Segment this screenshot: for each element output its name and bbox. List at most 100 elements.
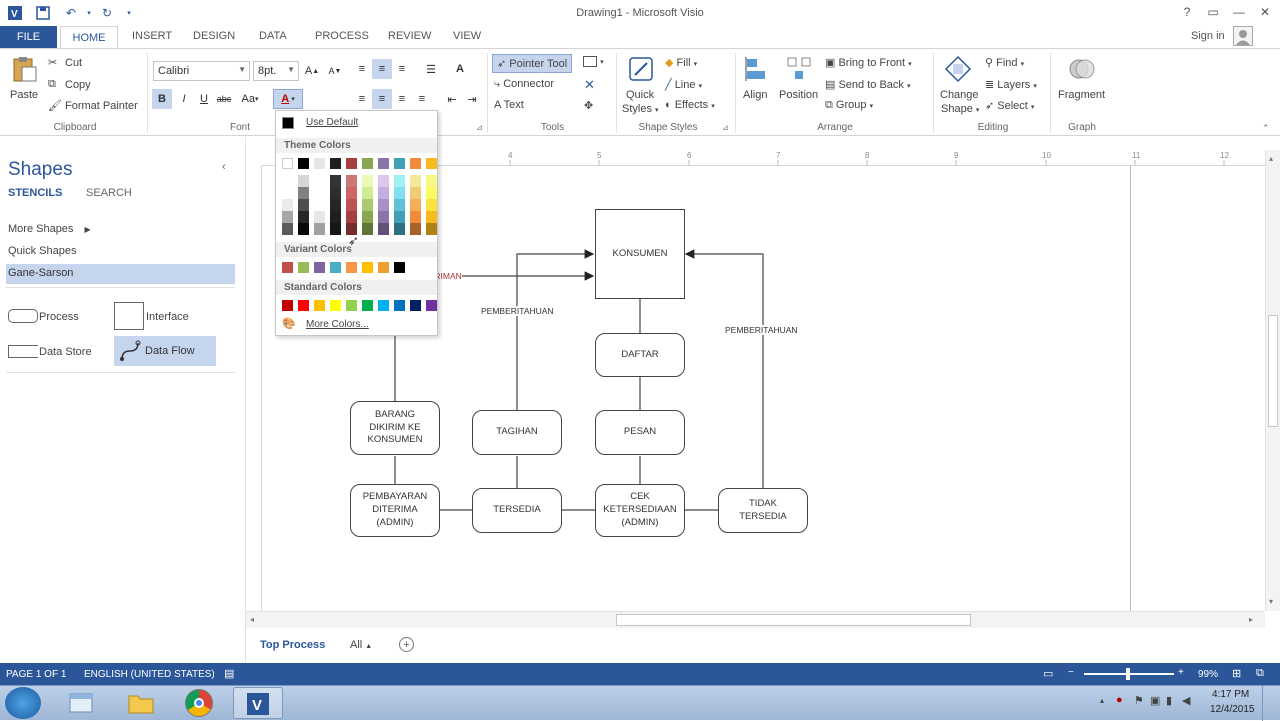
shape-pesan[interactable]: PESAN (595, 410, 685, 455)
tab-stencils[interactable]: STENCILS (8, 187, 62, 199)
change-case-button[interactable]: Aa ▾ (236, 89, 264, 109)
close-x-icon[interactable]: ✕ (584, 77, 595, 93)
sign-in-link[interactable]: Sign in (1191, 30, 1225, 42)
theme-shade-swatch[interactable] (346, 187, 357, 199)
paste-button[interactable]: Paste (10, 89, 38, 101)
theme-shade-swatch[interactable] (362, 223, 373, 235)
data-store-shape-icon[interactable] (8, 345, 38, 358)
italic-button[interactable]: I (174, 89, 194, 109)
scroll-right-icon[interactable]: ▸ (1249, 615, 1253, 624)
macro-icon[interactable]: ▤ (224, 667, 234, 680)
text-tool-button[interactable]: A Text (494, 99, 524, 111)
font-size-combo[interactable]: 8pt. ▼ (253, 61, 299, 81)
shape-tersedia[interactable]: TERSEDIA (472, 488, 562, 533)
interface-shape-icon[interactable] (114, 302, 144, 330)
align-button[interactable]: Align (743, 89, 767, 101)
font-name-combo[interactable]: Calibri ▼ (153, 61, 250, 81)
theme-shade-swatch[interactable] (426, 223, 437, 235)
align-left-icon[interactable]: ≡ (352, 89, 372, 109)
theme-shade-swatch[interactable] (394, 199, 405, 211)
standard-color-swatch[interactable] (298, 300, 309, 311)
zoom-level[interactable]: 99% (1198, 669, 1218, 680)
theme-shade-swatch[interactable] (426, 175, 437, 187)
theme-color-swatch[interactable] (346, 158, 357, 169)
layers-button[interactable]: ≣ Layers ▾ (985, 78, 1037, 91)
tab-insert[interactable]: INSERT (132, 30, 172, 42)
variant-color-swatch[interactable] (330, 262, 341, 273)
visio-taskbar-button[interactable]: V (233, 687, 283, 719)
clock-date[interactable]: 12/4/2015 (1210, 704, 1255, 715)
theme-shade-swatch[interactable] (362, 199, 373, 211)
connection-point-icon[interactable]: ✥ (584, 99, 593, 112)
theme-shade-swatch[interactable] (298, 175, 309, 187)
collapse-ribbon-icon[interactable]: ⌃ (1262, 123, 1270, 134)
explorer-window-icon[interactable] (66, 690, 96, 716)
status-language[interactable]: ENGLISH (UNITED STATES) (84, 669, 215, 680)
theme-shade-swatch[interactable] (314, 187, 325, 199)
vertical-scroll-thumb[interactable] (1268, 315, 1278, 427)
quick-shapes-item[interactable]: Quick Shapes (8, 245, 76, 257)
zoom-in-icon[interactable]: + (1178, 667, 1184, 678)
underline-button[interactable]: U (194, 89, 214, 109)
network-icon[interactable]: ▮ (1166, 694, 1172, 707)
theme-shade-swatch[interactable] (378, 175, 389, 187)
theme-shade-swatch[interactable] (362, 187, 373, 199)
theme-shade-swatch[interactable] (282, 211, 293, 223)
theme-shade-swatch[interactable] (346, 211, 357, 223)
theme-shade-swatch[interactable] (410, 199, 421, 211)
variant-color-swatch[interactable] (282, 262, 293, 273)
theme-shade-swatch[interactable] (394, 175, 405, 187)
position-icon[interactable] (785, 55, 813, 83)
paste-icon[interactable] (10, 55, 38, 83)
text-direction-icon[interactable]: A (450, 59, 470, 79)
shape-styles-launcher-icon[interactable]: ⊿ (722, 123, 729, 132)
stencil-interface[interactable]: Interface (146, 311, 189, 323)
vertical-scrollbar[interactable]: ▴ ▾ (1265, 150, 1280, 611)
theme-shade-swatch[interactable] (330, 187, 341, 199)
align-center-icon[interactable]: ≡ (372, 89, 392, 109)
decrease-indent-icon[interactable]: ⇤ (442, 89, 462, 109)
variant-color-swatch[interactable] (314, 262, 325, 273)
quick-styles-label[interactable]: Quick (626, 89, 654, 101)
theme-color-swatch[interactable] (394, 158, 405, 169)
tab-process[interactable]: PROCESS (315, 30, 369, 42)
standard-color-swatch[interactable] (394, 300, 405, 311)
theme-shade-swatch[interactable] (330, 175, 341, 187)
standard-color-swatch[interactable] (362, 300, 373, 311)
position-button[interactable]: Position (779, 89, 818, 101)
font-color-button[interactable]: A ▾ (273, 89, 303, 109)
group-button[interactable]: ⧉ Group ▾ (825, 99, 873, 112)
tab-design[interactable]: DESIGN (193, 30, 235, 42)
align-right-icon[interactable]: ≡ (392, 89, 412, 109)
theme-shade-swatch[interactable] (410, 175, 421, 187)
clock-time[interactable]: 4:17 PM (1212, 689, 1249, 700)
quick-styles-icon[interactable] (627, 55, 655, 83)
bring-to-front-button[interactable]: ▣ Bring to Front ▾ (825, 56, 912, 69)
standard-color-swatch[interactable] (346, 300, 357, 311)
theme-shade-swatch[interactable] (282, 187, 293, 199)
quick-styles-label-2[interactable]: Styles ▾ (622, 103, 659, 115)
standard-color-swatch[interactable] (282, 300, 293, 311)
theme-shade-swatch[interactable] (330, 199, 341, 211)
theme-shade-swatch[interactable] (330, 211, 341, 223)
stencil-data-flow-selected[interactable]: Data Flow (114, 336, 216, 366)
theme-shade-swatch[interactable] (298, 223, 309, 235)
minimize-button[interactable]: — (1226, 2, 1252, 22)
process-shape-icon[interactable] (8, 309, 38, 323)
presentation-mode-icon[interactable]: ▭ (1043, 667, 1053, 680)
theme-shade-swatch[interactable] (394, 211, 405, 223)
page-tab-all[interactable]: All ▲ (350, 639, 372, 651)
paragraph-launcher-icon[interactable]: ⊿ (476, 123, 483, 132)
shape-pembayaran-diterima[interactable]: PEMBAYARAN DITERIMA (ADMIN) (350, 484, 440, 537)
standard-color-swatch[interactable] (378, 300, 389, 311)
zoom-out-icon[interactable]: − (1068, 667, 1074, 678)
pointer-tool-button[interactable]: ➶ Pointer Tool (492, 54, 573, 73)
shrink-font-button[interactable]: A ▼ (325, 61, 345, 81)
theme-color-swatch[interactable] (298, 158, 309, 169)
show-hidden-icons[interactable]: ▴ (1100, 696, 1104, 705)
cut-button[interactable]: ✂ Cut (48, 56, 82, 70)
scroll-left-icon[interactable]: ◂ (250, 615, 254, 624)
align-bottom-icon[interactable]: ≡ (392, 59, 412, 79)
fragment-icon[interactable] (1068, 55, 1096, 83)
fragment-button[interactable]: Fragment (1058, 89, 1105, 101)
